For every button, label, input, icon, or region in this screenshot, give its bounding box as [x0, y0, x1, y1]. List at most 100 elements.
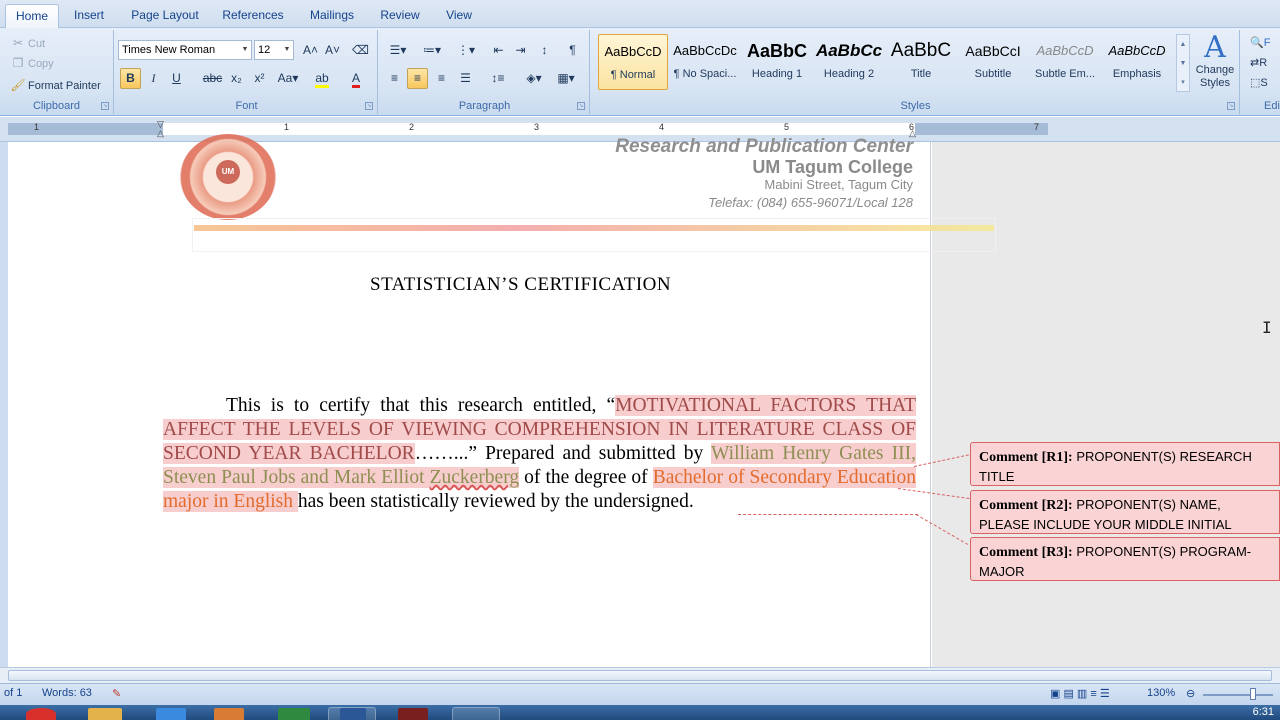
format-painter-button[interactable]: 🖌 Format Painter — [10, 74, 100, 96]
chevron-down-icon: ▼ — [283, 46, 291, 53]
zoom-slider[interactable] — [1203, 694, 1273, 696]
recorder-icon[interactable] — [398, 708, 428, 720]
font-size-combo[interactable]: 12 ▼ — [254, 40, 294, 60]
align-right-button[interactable]: ≡ — [431, 68, 452, 89]
style-name: ¶ No Spaci... — [673, 68, 737, 80]
style-name: Title — [910, 68, 932, 80]
tab-review[interactable]: Review — [376, 6, 424, 28]
style-preview: AaBbCcI — [965, 43, 1021, 59]
tab-view[interactable]: View — [438, 6, 480, 28]
increase-indent-button[interactable]: ⇥ — [510, 40, 531, 61]
clipboard-group: ✂ Cut ❐ Copy 🖌 Format Painter Clipboard ↘ — [0, 30, 114, 114]
proofing-error-icon[interactable]: ✎ — [112, 687, 121, 700]
chevron-up-icon[interactable]: ▲ — [1177, 35, 1189, 54]
font-color-button[interactable]: A — [342, 68, 370, 89]
comment-id: Comment [R3]: — [979, 545, 1073, 560]
chrome-icon[interactable] — [26, 708, 56, 720]
tab-mailings[interactable]: Mailings — [303, 6, 361, 28]
header-frame — [192, 218, 996, 252]
decrease-indent-button[interactable]: ⇤ — [488, 40, 509, 61]
borders-button[interactable]: ▦▾ — [552, 68, 580, 89]
sort-button[interactable]: ↕ — [534, 40, 555, 61]
word-count[interactable]: Words: 63 — [42, 687, 92, 699]
shrink-font-button[interactable]: A˅ — [322, 40, 343, 61]
tab-page-layout[interactable]: Page Layout — [126, 6, 204, 28]
show-formatting-button[interactable]: ¶ — [562, 40, 583, 61]
document-page[interactable]: UM Research and Publication Center UM Ta… — [8, 134, 996, 667]
style-name: Heading 1 — [751, 68, 803, 80]
more-icon[interactable]: ▾ — [1177, 73, 1189, 92]
scrollbar-thumb[interactable] — [8, 670, 1272, 681]
explorer-taskbar-button[interactable] — [452, 707, 500, 720]
internet-explorer-icon[interactable] — [156, 708, 186, 720]
clipboard-dialog-launcher[interactable]: ↘ — [101, 102, 109, 110]
superscript-button[interactable]: x² — [249, 68, 270, 89]
clear-formatting-button[interactable]: ⌫ — [350, 40, 371, 61]
style-heading-2[interactable]: AaBbCc Heading 2 — [814, 34, 884, 90]
certification-paragraph[interactable]: This is to certify that this research en… — [163, 394, 916, 514]
font-name-combo[interactable]: Times New Roman ▼ — [118, 40, 252, 60]
comment-balloon-r3[interactable]: Comment [R3]: PROPONENT(S) PROGRAM-MAJOR — [970, 537, 1280, 581]
align-center-button[interactable]: ≡ — [407, 68, 428, 89]
highlight-color-button[interactable]: ab — [308, 68, 336, 89]
select-icon[interactable]: ⬚S — [1250, 72, 1268, 94]
style-heading-1[interactable]: AaBbC Heading 1 — [742, 34, 812, 90]
style-normal[interactable]: AaBbCcD ¶ Normal — [598, 34, 668, 90]
page-count[interactable]: of 1 — [4, 687, 22, 699]
bold-button[interactable]: B — [120, 68, 141, 89]
comment-balloon-r2[interactable]: Comment [R2]: PROPONENT(S) NAME, PLEASE … — [970, 490, 1280, 534]
system-clock[interactable]: 6:31 — [1253, 706, 1274, 718]
styles-gallery-scroll[interactable]: ▲ ▼ ▾ — [1176, 34, 1190, 92]
zoom-out-icon[interactable]: ⊖ — [1186, 687, 1195, 700]
change-case-icon: Aa▾ — [277, 71, 299, 85]
left-indent-marker[interactable]: △ — [157, 128, 164, 139]
multilevel-list-button[interactable]: ⋮▾ — [452, 40, 480, 61]
bullets-button[interactable]: ☰▾ — [384, 40, 412, 61]
styles-dialog-launcher[interactable]: ↘ — [1227, 102, 1235, 110]
style-preview: AaBbC — [746, 41, 807, 61]
change-case-button[interactable]: Aa▾ — [274, 68, 302, 89]
justify-button[interactable]: ☰ — [455, 68, 476, 89]
numbering-button[interactable]: ≔▾ — [418, 40, 446, 61]
style-subtitle[interactable]: AaBbCcI Subtitle — [958, 34, 1028, 90]
subscript-button[interactable]: x₂ — [226, 68, 247, 89]
style-title[interactable]: AaBbC Title — [886, 34, 956, 90]
document-area: UM Research and Publication Center UM Ta… — [0, 134, 1280, 667]
align-right-icon: ≡ — [437, 71, 445, 85]
style-subtle-emphasis[interactable]: AaBbCcD Subtle Em... — [1030, 34, 1100, 90]
style-no-spacing[interactable]: AaBbCcDc ¶ No Spaci... — [670, 34, 740, 90]
tab-insert[interactable]: Insert — [66, 6, 112, 28]
horizontal-scrollbar[interactable] — [0, 667, 1280, 683]
grow-font-button[interactable]: A˄ — [300, 40, 321, 61]
ruler-number: 4 — [659, 122, 665, 132]
chevron-down-icon[interactable]: ▼ — [1177, 54, 1189, 73]
style-emphasis[interactable]: AaBbCcD Emphasis — [1102, 34, 1172, 90]
font-dialog-launcher[interactable]: ↘ — [365, 102, 373, 110]
comment-balloon-r1[interactable]: Comment [R1]: PROPONENT(S) RESEARCH TITL… — [970, 442, 1280, 486]
cut-button[interactable]: ✂ Cut — [10, 32, 45, 54]
font-group-label: Font — [235, 100, 258, 112]
zoom-slider-knob[interactable] — [1250, 688, 1256, 700]
font-group: Times New Roman ▼ 12 ▼ A˄ A˅ ⌫ B I U abc… — [116, 30, 378, 114]
header-center-name: Research and Publication Center — [615, 136, 913, 157]
editing-group: 🔍F ⇄R ⬚S Edi — [1242, 30, 1280, 114]
shading-button[interactable]: ◈▾ — [520, 68, 548, 89]
excel-icon[interactable] — [278, 708, 310, 720]
tab-references[interactable]: References — [217, 6, 289, 28]
underline-button[interactable]: U — [166, 68, 187, 89]
align-left-button[interactable]: ≡ — [384, 68, 405, 89]
paragraph-dialog-launcher[interactable]: ↘ — [577, 102, 585, 110]
strikethrough-button[interactable]: abc — [202, 68, 223, 89]
folder-icon[interactable] — [88, 708, 122, 720]
change-styles-button[interactable]: A Change Styles — [1192, 32, 1238, 96]
view-buttons[interactable]: ▣ ▤ ▥ ≡ ☰ — [1050, 687, 1110, 700]
find-icon[interactable]: 🔍F — [1250, 32, 1270, 54]
zoom-level[interactable]: 130% — [1147, 687, 1175, 699]
tab-home[interactable]: Home — [5, 4, 59, 29]
copy-button[interactable]: ❐ Copy — [10, 52, 54, 74]
replace-icon[interactable]: ⇄R — [1250, 52, 1267, 74]
media-player-icon[interactable] — [214, 708, 244, 720]
italic-button[interactable]: I — [143, 68, 164, 89]
line-spacing-button[interactable]: ↕≡ — [484, 68, 512, 89]
misspelled-word[interactable]: Zuckerberg — [430, 467, 520, 488]
